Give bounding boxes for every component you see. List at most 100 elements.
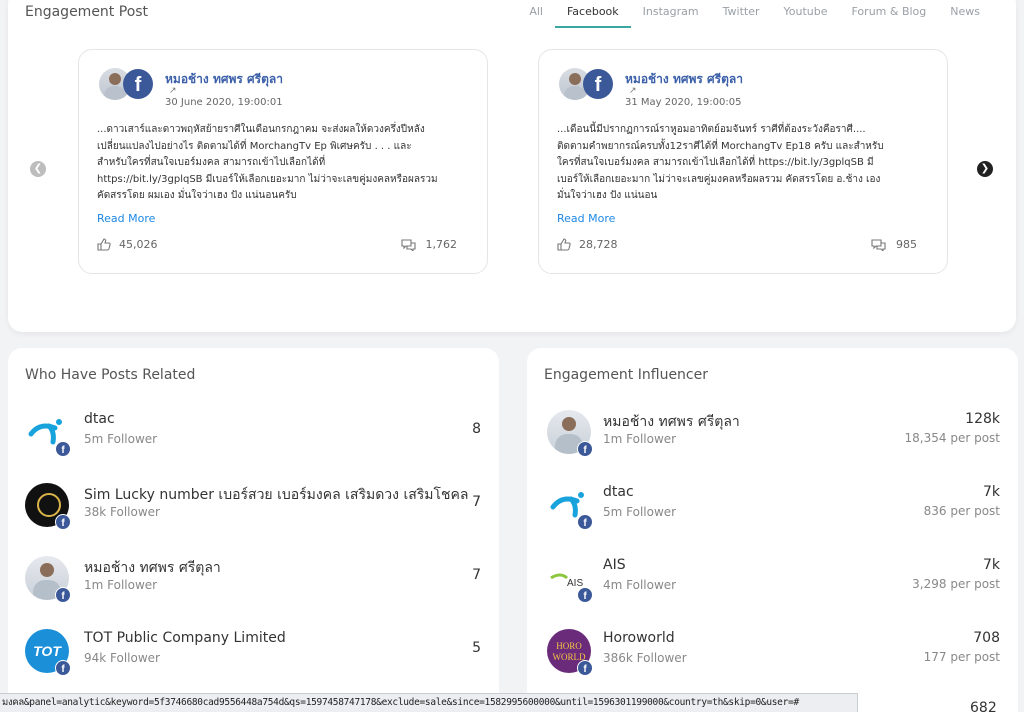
post-count: 8	[472, 421, 481, 437]
engagement-value: 7k	[982, 484, 1000, 500]
external-link-icon[interactable]: ↗	[629, 86, 637, 96]
post-author[interactable]: หมอช้าง ทศพร ศรีตุลา	[625, 70, 743, 89]
account-name: Horoworld	[603, 630, 675, 646]
carousel-next-arrow-icon[interactable]: ❯	[977, 161, 993, 177]
facebook-icon: f	[577, 514, 593, 530]
post-text-line: ...ดาวเสาร์และดาวพฤหัสย้ายราศีในเดือนกรก…	[97, 124, 425, 135]
avatar: f	[547, 483, 593, 530]
post-text-line: คัดสรรโดย ผมเอง มั่นใจว่าเฮง ปัง แน่นอนค…	[97, 190, 297, 201]
per-post-value: 177 per post	[923, 650, 1000, 664]
tab-youtube[interactable]: Youtube	[772, 4, 840, 28]
follower-count: 386k Follower	[603, 651, 687, 665]
engagement-value: 708	[973, 630, 1000, 646]
post-author[interactable]: หมอช้าง ทศพร ศรีตุลา	[165, 70, 283, 89]
post-text: ...ดาวเสาร์และดาวพฤหัสย้ายราศีในเดือนกรก…	[97, 122, 473, 205]
carousel-prev-arrow-icon[interactable]: ❮	[30, 161, 46, 177]
list-item[interactable]: f หมอช้าง ทศพร ศรีตุลา 1m Follower 7	[8, 556, 499, 629]
follower-count: 1m Follower	[84, 578, 158, 592]
read-more-link[interactable]: Read More	[97, 212, 155, 225]
post-text-line: ...เดือนนี้มีปรากฏการณ์ราหูอมอาทิตย์อมจั…	[557, 124, 866, 135]
account-name: หมอช้าง ทศพร ศรีตุลา	[603, 414, 740, 430]
account-name: หมอช้าง ทศพร ศรีตุลา	[84, 560, 221, 576]
facebook-icon: f	[577, 587, 593, 603]
list-item[interactable]: AIS f AIS 4m Follower 7k 3,298 per post	[527, 556, 1018, 629]
tab-news[interactable]: News	[938, 4, 992, 28]
who-have-posts-panel: Who Have Posts Related f dtac 5m Followe…	[8, 348, 499, 712]
comment-count: 985	[871, 238, 917, 251]
engagement-post-title: Engagement Post	[25, 4, 149, 20]
post-date: 31 May 2020, 19:00:05	[625, 97, 742, 108]
platform-tabs: All Facebook Instagram Twitter Youtube F…	[517, 4, 992, 28]
avatar: f	[25, 483, 71, 530]
per-post-value: 18,354 per post	[904, 431, 1000, 445]
per-post-value: 836 per post	[923, 504, 1000, 518]
avatar: TOT f	[25, 629, 71, 676]
account-name: Sim Lucky number เบอร์สวย เบอร์มงคล เสริ…	[84, 487, 468, 503]
account-name: dtac	[603, 484, 634, 500]
post-count: 5	[472, 640, 481, 656]
like-count: 28,728	[557, 238, 618, 251]
facebook-icon: f	[123, 69, 153, 99]
like-value: 28,728	[579, 238, 618, 251]
facebook-icon: f	[55, 587, 71, 603]
post-text-line: เบอร์ให้เลือกเยอะมาก ไม่ว่าจะเลขคู่มงคลห…	[557, 173, 881, 185]
list-item[interactable]: f หมอช้าง ทศพร ศรีตุลา 1m Follower 128k …	[527, 410, 1018, 483]
post-text-line: มั่นใจว่าเฮง ปัง แน่นอน	[557, 190, 658, 201]
post-avatar: f	[559, 68, 615, 102]
list-item[interactable]: f dtac 5m Follower 7k 836 per post	[527, 483, 1018, 556]
engagement-influencer-title: Engagement Influencer	[544, 367, 708, 383]
follower-count: 4m Follower	[603, 578, 677, 592]
engagement-value: 682	[970, 700, 997, 712]
read-more-link[interactable]: Read More	[557, 212, 615, 225]
avatar: f	[25, 556, 71, 603]
facebook-icon: f	[55, 441, 71, 457]
avatar: f	[25, 410, 71, 457]
status-bar-url: มงคล&panel=analytic&keyword=5f3746680cad…	[0, 693, 858, 712]
facebook-icon: f	[55, 514, 71, 530]
post-count: 7	[472, 494, 481, 510]
post-card: f หมอช้าง ทศพร ศรีตุลา ↗ 31 May 2020, 19…	[538, 49, 948, 274]
thumbs-up-icon	[97, 238, 111, 251]
who-have-posts-title: Who Have Posts Related	[25, 367, 196, 383]
engagement-influencer-panel: Engagement Influencer f หมอช้าง ทศพร ศรี…	[527, 348, 1018, 712]
post-card: f หมอช้าง ทศพร ศรีตุลา ↗ 30 June 2020, 1…	[78, 49, 488, 274]
comment-value: 1,762	[425, 238, 458, 251]
post-text-line: เปลี่ยนแปลงไปอย่างไร ติดตามได้ที่ Morcha…	[97, 140, 412, 152]
follower-count: 5m Follower	[603, 505, 677, 519]
account-name: AIS	[603, 557, 626, 573]
external-link-icon[interactable]: ↗	[169, 86, 177, 96]
post-date: 30 June 2020, 19:00:01	[165, 97, 283, 108]
list-item[interactable]: f Sim Lucky number เบอร์สวย เบอร์มงคล เส…	[8, 483, 499, 556]
tab-all[interactable]: All	[517, 4, 555, 28]
tab-facebook[interactable]: Facebook	[554, 4, 631, 28]
comment-icon	[400, 238, 416, 251]
list-item[interactable]: HORO WORLD f Horoworld 386k Follower 708…	[527, 629, 1018, 702]
tab-forum-blog[interactable]: Forum & Blog	[840, 4, 939, 28]
post-count: 7	[472, 567, 481, 583]
follower-count: 94k Follower	[84, 651, 160, 665]
post-text-line: ติดตามคำพยากรณ์ครบทั้ง12ราศีได้ที่ Morch…	[557, 140, 884, 152]
avatar: AIS f	[547, 556, 593, 603]
comment-icon	[871, 238, 886, 251]
comment-count: 1,762	[400, 238, 458, 251]
engagement-value: 128k	[965, 411, 1000, 427]
follower-count: 5m Follower	[84, 432, 158, 446]
comment-value: 985	[896, 238, 917, 251]
list-item[interactable]: TOT f TOT Public Company Limited 94k Fol…	[8, 629, 499, 702]
facebook-icon: f	[577, 441, 593, 457]
facebook-icon: f	[583, 69, 613, 99]
post-text-line: ใครที่สนใจเบอร์มงคล สามารถเข้าไปเลือกได้…	[557, 157, 874, 168]
avatar: HORO WORLD f	[547, 629, 593, 676]
tab-twitter[interactable]: Twitter	[711, 4, 772, 28]
tab-instagram[interactable]: Instagram	[631, 4, 711, 28]
facebook-icon: f	[55, 660, 71, 676]
facebook-icon: f	[577, 660, 593, 676]
thumbs-up-icon	[557, 238, 571, 251]
per-post-value: 3,298 per post	[912, 577, 1000, 591]
post-avatar: f	[99, 68, 155, 102]
list-item[interactable]: f dtac 5m Follower 8	[8, 410, 499, 483]
account-name: dtac	[84, 411, 115, 427]
post-text-line: สำหรับใครที่สนใจเบอร์มงคล สามารถเข้าไปเล…	[97, 157, 326, 168]
follower-count: 38k Follower	[84, 505, 160, 519]
account-name: TOT Public Company Limited	[84, 630, 286, 646]
